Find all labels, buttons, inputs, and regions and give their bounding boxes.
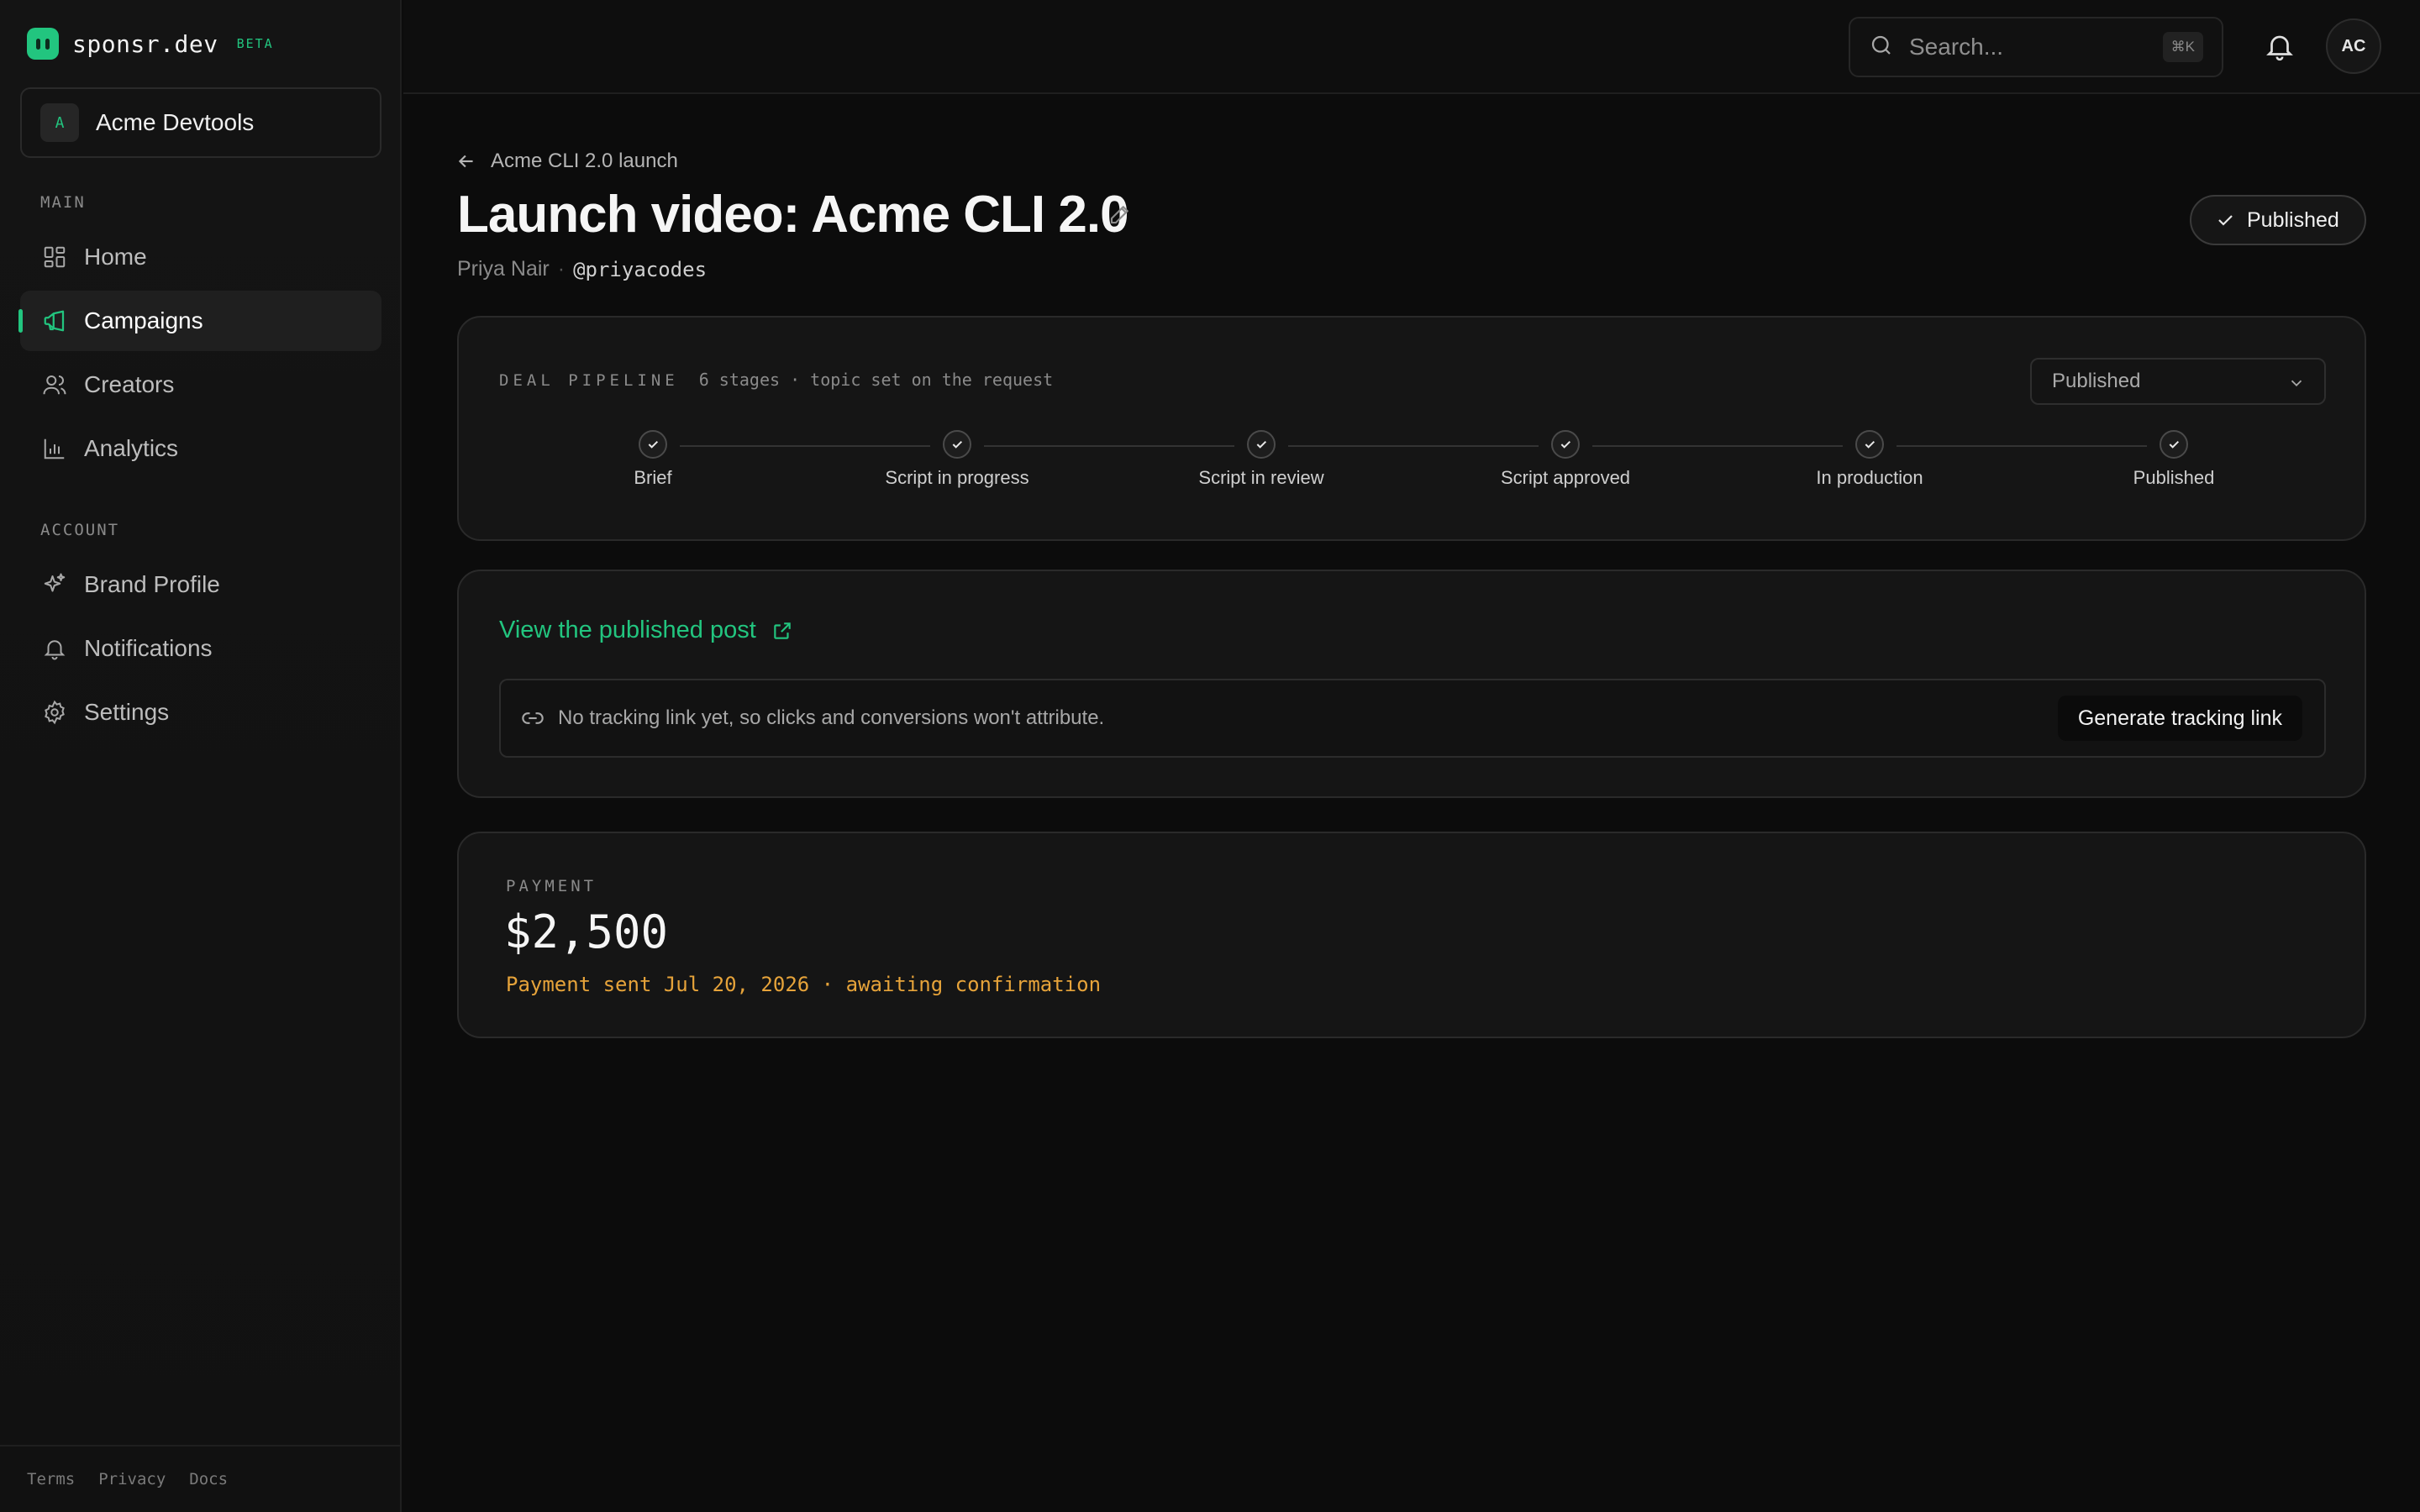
sidebar-item-settings[interactable]: Settings [20,682,381,743]
stage-select[interactable]: Published [2030,358,2326,405]
sidebar-item-notifications[interactable]: Notifications [20,618,381,679]
docs-link[interactable]: Docs [189,1470,228,1488]
creator-line: Priya Nair · @priyacodes [457,257,707,281]
breadcrumb-label: Acme CLI 2.0 launch [491,150,678,172]
payment-status: Payment sent Jul 20, 2026 · awaiting con… [506,973,1102,996]
creator-name: Priya Nair [457,257,550,281]
bar-chart-icon [40,434,69,463]
beta-badge: BETA [236,36,274,51]
pipeline-stages: Brief Script in progress Script in revie… [459,430,2368,497]
stage-script-approved: Script approved [1439,430,1691,489]
brand-name: sponsr.dev [72,29,218,58]
stage-check-icon [1247,430,1276,459]
sidebar-item-creators[interactable]: Creators [20,354,381,415]
sidebar-item-home[interactable]: Home [20,227,381,287]
gear-icon [40,698,69,727]
workspace-switcher[interactable]: A Acme Devtools [20,87,381,158]
sidebar-item-label: Analytics [84,435,179,461]
page-title: Launch video: Acme CLI 2.0 [457,186,1129,244]
sidebar: sponsr.dev BETA A Acme Devtools MAIN Hom… [0,0,402,1512]
brand[interactable]: sponsr.dev BETA [27,27,274,60]
arrow-left-icon [458,155,473,168]
sidebar-footer: Terms Privacy Docs [0,1445,400,1512]
status-badge: Published [2190,195,2366,245]
pipeline-label: DEAL PIPELINE [499,371,679,390]
check-icon [2218,215,2233,226]
brand-logo-icon [27,28,59,60]
search-input[interactable]: Search... ⌘K [1849,17,2223,77]
search-placeholder: Search... [1909,34,2004,60]
nav-section-main: MAIN [40,193,86,212]
tracking-message: No tracking link yet, so clicks and conv… [558,706,1105,729]
pipeline-header: DEAL PIPELINE 6 stages · topic set on th… [499,370,1053,390]
bell-icon [40,634,69,663]
terms-link[interactable]: Terms [27,1470,75,1488]
stage-label: In production [1816,467,1923,488]
payment-card: PAYMENT $2,500 Payment sent Jul 20, 2026… [457,832,2366,1038]
users-icon [40,370,69,399]
chevron-down-icon [2291,380,2302,387]
sidebar-item-brand-profile[interactable]: Brand Profile [20,554,381,615]
stage-in-production: In production [1744,430,1996,489]
generate-tracking-link-button[interactable]: Generate tracking link [2057,696,2302,741]
sidebar-item-label: Brand Profile [84,571,220,597]
stage-select-value: Published [2052,370,2141,392]
sidebar-item-analytics[interactable]: Analytics [20,418,381,479]
deal-pipeline-card: DEAL PIPELINE 6 stages · topic set on th… [457,316,2366,541]
sidebar-item-label: Campaigns [84,307,203,333]
stage-script-in-progress: Script in progress [831,430,1083,489]
sidebar-item-label: Home [84,244,147,270]
search-icon [1869,33,1894,62]
app-root: sponsr.dev BETA A Acme Devtools MAIN Hom… [0,0,2420,1512]
stage-check-icon [2160,430,2188,459]
status-badge-label: Published [2247,207,2339,232]
workspace-name: Acme Devtools [96,109,255,135]
sidebar-item-label: Notifications [84,635,213,661]
megaphone-icon [40,307,69,335]
user-avatar[interactable]: AC [2326,18,2381,74]
stage-label: Published [2133,467,2215,488]
stage-check-icon [943,430,971,459]
pencil-edit-icon[interactable] [1107,202,1133,231]
sparkles-icon [40,570,69,599]
creator-handle[interactable]: @priyacodes [573,258,707,281]
published-post-card: View the published post No tracking link… [457,570,2366,798]
notifications-bell-icon[interactable] [2257,24,2302,69]
link-icon [522,712,544,724]
breadcrumb-back-link[interactable]: Acme CLI 2.0 launch [455,150,678,173]
stage-check-icon [1551,430,1580,459]
topbar: Search... ⌘K AC [403,0,2420,94]
sidebar-item-campaigns[interactable]: Campaigns [18,291,381,351]
workspace-avatar: A [40,103,79,142]
stage-brief: Brief [527,430,779,489]
creator-separator: · [557,257,566,281]
main-content: Acme CLI 2.0 launch Launch video: Acme C… [403,94,2420,1512]
stage-check-icon [1855,430,1884,459]
view-post-label: View the published post [499,617,756,643]
view-published-post-link[interactable]: View the published post [499,617,793,644]
dashboard-icon [40,243,69,271]
stage-label: Script in review [1198,467,1324,488]
stage-script-in-review: Script in review [1135,430,1387,489]
stage-label: Script in progress [885,467,1029,488]
sidebar-item-label: Creators [84,371,175,397]
pipeline-meta: 6 stages · topic set on the request [698,370,1054,390]
tracking-link-panel: No tracking link yet, so clicks and conv… [499,679,2326,758]
privacy-link[interactable]: Privacy [98,1470,166,1488]
stage-check-icon [639,430,667,459]
payment-label: PAYMENT [506,877,597,895]
stage-label: Script approved [1500,467,1631,488]
search-shortcut: ⌘K [2162,32,2203,62]
stage-label: Brief [634,467,672,488]
external-link-icon [774,622,791,639]
nav-section-account: ACCOUNT [40,521,120,539]
stage-published: Published [2048,430,2300,489]
payment-amount: $2,500 [504,906,669,958]
sidebar-item-label: Settings [84,699,170,725]
